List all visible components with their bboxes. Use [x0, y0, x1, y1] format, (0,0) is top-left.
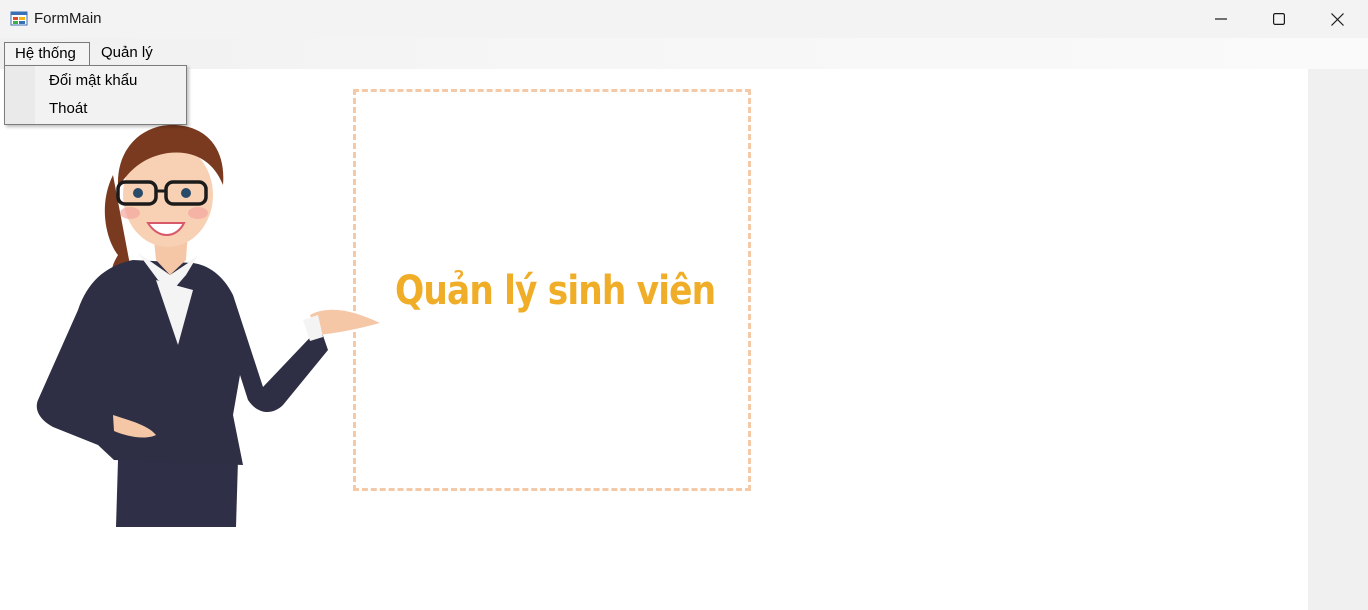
right-panel-strip [1308, 69, 1368, 610]
menu-icon-gutter [5, 66, 35, 124]
close-icon [1330, 12, 1344, 26]
menu-item-thoat[interactable]: Thoát [49, 100, 87, 117]
app-form-icon [10, 11, 28, 26]
maximize-button[interactable] [1250, 0, 1308, 38]
menu-bar: Hệ thống Quản lý [0, 38, 1368, 69]
he-thong-dropdown-menu: Đổi mật khẩu Thoát [4, 65, 187, 125]
window-title: FormMain [34, 10, 102, 27]
minimize-button[interactable] [1192, 0, 1250, 38]
menu-quan-ly[interactable]: Quản lý [91, 42, 163, 66]
minimize-icon [1215, 18, 1227, 20]
maximize-icon [1273, 13, 1285, 25]
headline-text: Quản lý sinh viên [395, 268, 716, 314]
menu-he-thong[interactable]: Hệ thống [4, 42, 90, 66]
title-bar: FormMain [0, 0, 1368, 38]
menu-item-doi-mat-khau[interactable]: Đổi mật khẩu [49, 72, 137, 89]
presenter-woman-illustration [36, 124, 380, 527]
close-button[interactable] [1308, 0, 1366, 38]
